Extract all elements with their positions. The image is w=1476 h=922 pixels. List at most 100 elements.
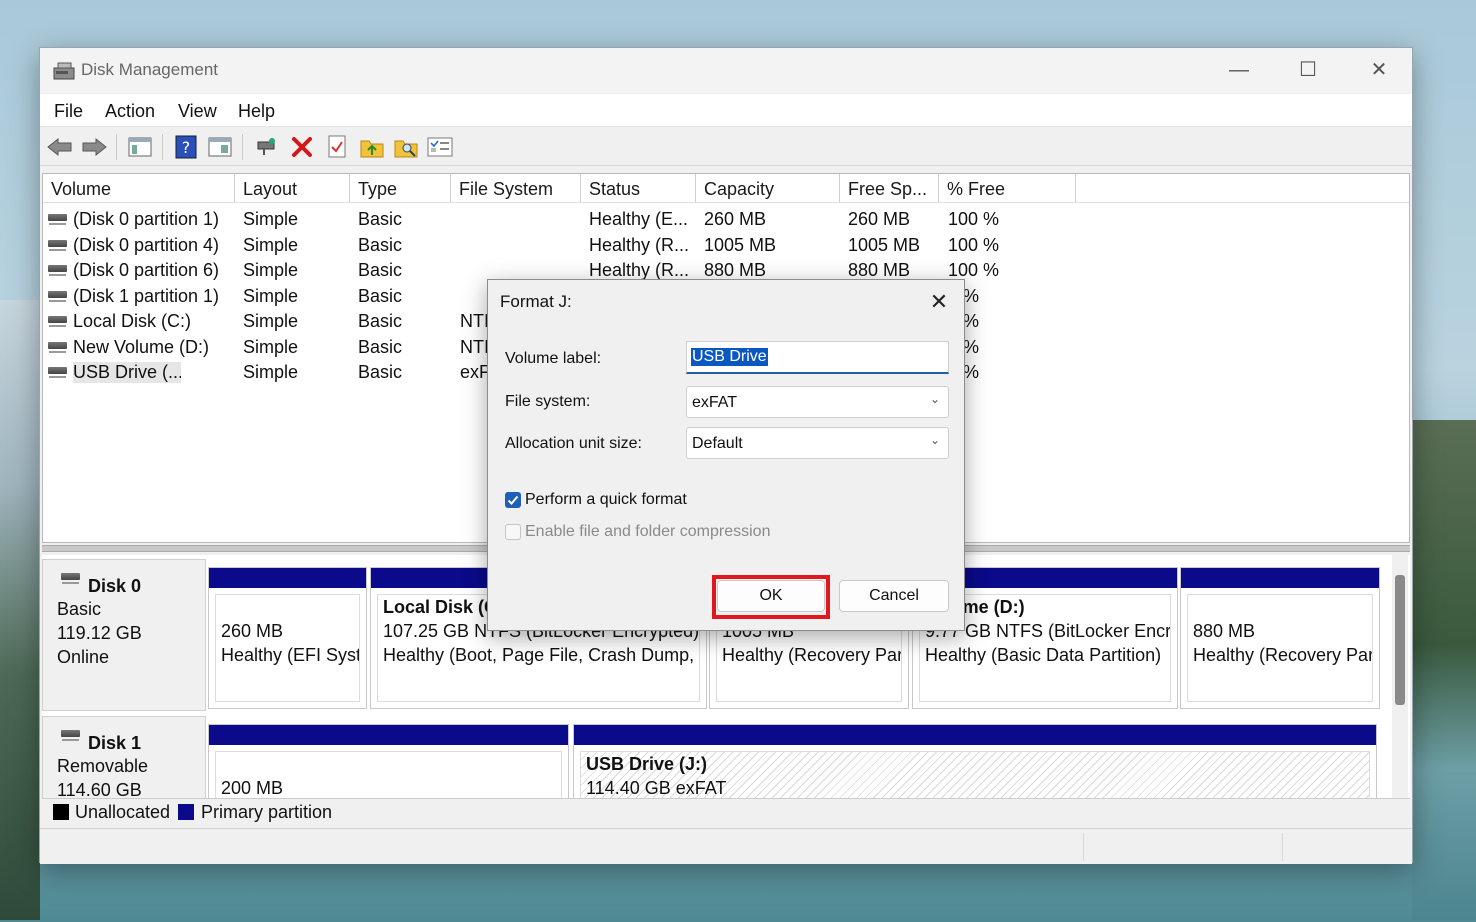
partition-line: 880 MB <box>1193 621 1256 641</box>
properties-icon[interactable] <box>206 133 234 161</box>
drive-icon <box>48 290 67 302</box>
chevron-down-icon: ⌄ <box>929 433 940 447</box>
ok-button[interactable]: OK <box>717 580 825 612</box>
column-header-free-space[interactable]: Free Sp... <box>840 174 939 202</box>
close-button[interactable]: ✕ <box>1354 56 1404 84</box>
disk-0-partition-1[interactable]: 260 MB Healthy (EFI Syste <box>208 567 367 709</box>
back-icon[interactable] <box>46 133 74 161</box>
status-separator <box>1083 833 1084 861</box>
toolbar-separator <box>242 134 243 160</box>
column-header-layout[interactable]: Layout <box>235 174 350 202</box>
table-cell: NTI <box>460 336 488 357</box>
column-header-file-system[interactable]: File System <box>451 174 581 202</box>
column-header-type[interactable]: Type <box>350 174 451 202</box>
menu-file[interactable]: File <box>54 101 83 122</box>
allocation-unit-value: Default <box>692 435 743 452</box>
disk-1-type: Removable <box>57 756 149 776</box>
column-header-volume[interactable]: Volume <box>43 174 235 202</box>
partition-line: Healthy (Recovery Part <box>722 645 901 665</box>
legend: Unallocated Primary partition <box>42 798 1410 826</box>
header-divider <box>43 202 1409 203</box>
partition-line: Healthy (Basic Data Partition) <box>925 645 1162 665</box>
disk-1-label[interactable]: Disk 1 Removable 114.60 GB <box>42 716 206 798</box>
partition-bar <box>1181 568 1379 588</box>
partition-bar <box>574 725 1376 745</box>
partition-line: USB Drive (J:) <box>586 754 708 774</box>
disk-1-partition-usb-drive-j[interactable]: USB Drive (J:) 114.40 GB exFAT <box>573 724 1377 798</box>
table-cell: (Disk 0 partition 6) <box>73 260 220 280</box>
checkmark-icon[interactable] <box>323 133 351 161</box>
dialog-close-icon[interactable]: ✕ <box>926 289 952 315</box>
table-cell: (Disk 0 partition 4) <box>73 234 220 255</box>
volume-label-input[interactable]: USB Drive <box>686 341 949 374</box>
partition-line: 114.40 GB exFAT <box>586 778 727 798</box>
folder-up-icon[interactable] <box>358 133 386 161</box>
drive-icon <box>48 316 67 327</box>
format-dialog: Format J: ✕ Volume label: USB Drive File… <box>487 279 965 631</box>
column-header-percent-free[interactable]: % Free <box>939 174 1076 202</box>
table-cell: Basic <box>358 362 403 382</box>
menu-bar: File Action View Help <box>40 94 1412 127</box>
partition-line: 200 MB <box>221 778 284 798</box>
partition-line: 260 MB <box>221 621 284 641</box>
scrollbar-thumb[interactable] <box>1395 575 1405 705</box>
volume-label-label: Volume label: <box>505 350 602 367</box>
disk-0-partition-6[interactable]: 880 MB Healthy (Recovery Part <box>1180 567 1380 709</box>
partition-line: Healthy (Boot, Page File, Crash Dump, B <box>383 645 699 665</box>
drive-icon <box>48 239 67 251</box>
cancel-button[interactable]: Cancel <box>839 580 949 612</box>
allocation-unit-label: Allocation unit size: <box>505 435 642 452</box>
disk-1-name: Disk 1 <box>88 733 142 753</box>
disk-management-app-icon <box>53 62 75 80</box>
minimize-button[interactable]: — <box>1214 56 1264 84</box>
disk-0-name: Disk 0 <box>88 576 142 596</box>
vertical-scrollbar[interactable] <box>1392 555 1408 798</box>
table-cell: Healthy (R... <box>589 260 690 280</box>
table-cell: 5 % <box>948 311 980 331</box>
drive-icon <box>48 341 67 353</box>
forward-icon[interactable] <box>80 133 108 161</box>
maximize-button[interactable]: ☐ <box>1283 56 1333 84</box>
menu-view[interactable]: View <box>178 101 217 122</box>
disk-1-size: 114.60 GB <box>57 780 142 798</box>
partition-bar <box>209 568 366 588</box>
table-cell: Basic <box>358 336 403 357</box>
settings-icon[interactable] <box>426 133 454 161</box>
table-cell: Simple <box>243 336 299 357</box>
menu-action[interactable]: Action <box>105 101 155 122</box>
table-cell: Basic <box>358 234 403 255</box>
table-cell: 260 MB <box>704 209 767 229</box>
partition-line: Healthy (Recovery Part <box>1193 645 1372 665</box>
connect-icon[interactable] <box>252 133 280 161</box>
drive-icon <box>48 214 67 225</box>
table-cell: Basic <box>358 285 403 306</box>
drive-icon <box>61 573 80 584</box>
table-cell: Healthy (R... <box>589 234 690 255</box>
quick-format-checkbox[interactable] <box>505 492 521 508</box>
compression-label: Enable file and folder compression <box>525 523 771 540</box>
delete-icon[interactable] <box>288 133 316 161</box>
file-system-select[interactable]: exFAT ⌄ <box>686 386 949 418</box>
primary-partition-swatch <box>178 804 194 820</box>
table-row[interactable]: (Disk 0 partition 1) Simple Basic Healthy (… <box>43 207 1073 232</box>
disk-0-label[interactable]: Disk 0 Basic 119.12 GB Online <box>42 559 206 711</box>
table-cell: Simple <box>243 234 299 255</box>
column-header-status[interactable]: Status <box>581 174 696 202</box>
partition-line <box>221 752 561 776</box>
menu-help[interactable]: Help <box>238 101 275 122</box>
help-icon[interactable]: ? <box>172 133 200 161</box>
folder-search-icon[interactable] <box>392 133 420 161</box>
quick-format-label[interactable]: Perform a quick format <box>525 491 687 509</box>
console-tree-icon[interactable] <box>126 133 154 161</box>
table-cell: 880 MB <box>848 260 911 280</box>
table-cell: Simple <box>243 311 299 331</box>
chevron-down-icon: ⌄ <box>929 392 940 406</box>
table-row[interactable]: (Disk 0 partition 4) Simple Basic Healthy (… <box>43 233 1073 258</box>
table-cell: 0 % <box>948 336 980 357</box>
compression-checkbox[interactable] <box>505 524 521 540</box>
allocation-unit-select[interactable]: Default ⌄ <box>686 427 949 459</box>
unallocated-swatch <box>53 804 69 820</box>
disk-0-type: Basic <box>57 599 102 619</box>
column-header-capacity[interactable]: Capacity <box>696 174 840 202</box>
disk-1-partition-1[interactable]: 200 MB <box>208 724 569 798</box>
